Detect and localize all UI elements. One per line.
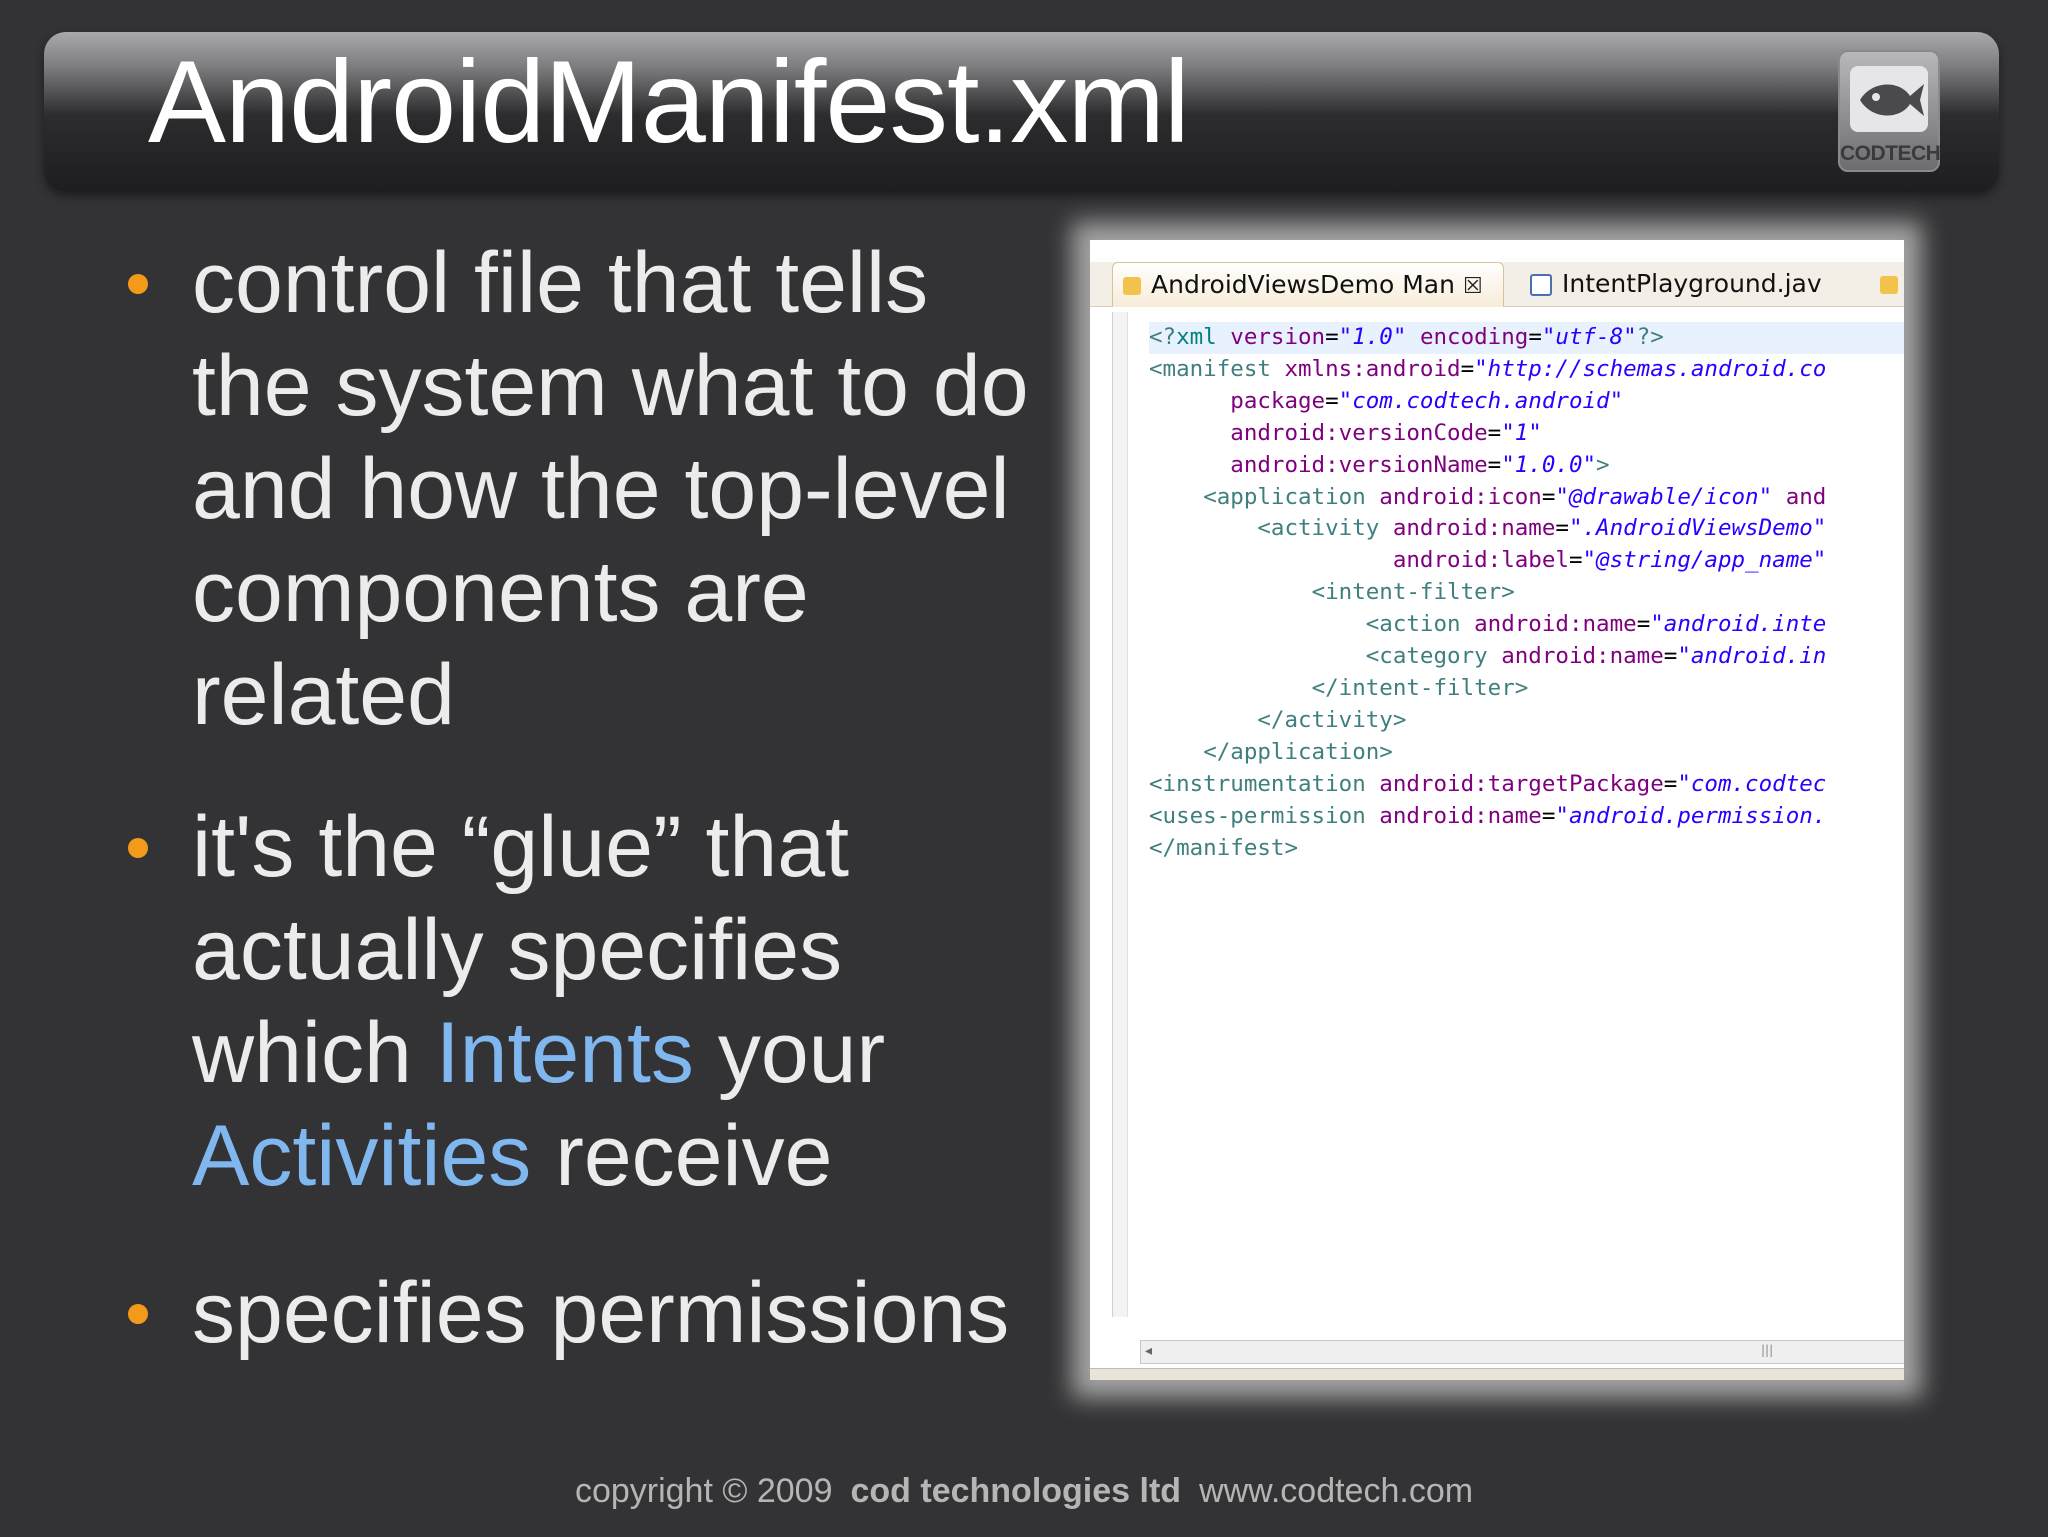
code-line: </manifest> xyxy=(1149,834,1299,861)
code-line: <activity android:name=".AndroidViewsDem… xyxy=(1257,515,1827,542)
code-line: android:label="@string/app_name" xyxy=(1392,547,1827,574)
code-line: package="com.codtech.android" xyxy=(1230,387,1624,414)
code-line: <action android:name="android.inte xyxy=(1365,611,1827,638)
editor-bottom-tabs[interactable] xyxy=(1090,1368,1904,1380)
horizontal-scrollbar[interactable]: ◂ ||| xyxy=(1140,1340,1904,1364)
code-line: </activity> xyxy=(1257,706,1407,733)
scroll-left-icon[interactable]: ◂ xyxy=(1145,1343,1152,1359)
tab-intent-playground[interactable]: IntentPlayground.jav xyxy=(1520,262,1850,306)
logo-text: CODTECH xyxy=(1840,142,1941,165)
bullet-text-part: your xyxy=(693,1005,886,1101)
code-line: <application android:icon="@drawable/ico… xyxy=(1203,483,1827,510)
code-line: android:versionName="1.0.0"> xyxy=(1230,451,1610,478)
close-tab-icon[interactable]: ☒ xyxy=(1463,265,1483,309)
tab-android-manifest[interactable]: AndroidViewsDemo Man ☒ xyxy=(1112,262,1504,307)
footer-copyright: copyright © 2009 xyxy=(574,1472,833,1510)
code-block: <?xml version="1.0" encoding="utf-8"?> <… xyxy=(1149,322,1904,864)
code-line: <manifest xmlns:android="http://schemas.… xyxy=(1149,355,1827,382)
xml-editor[interactable]: <?xml version="1.0" encoding="utf-8"?> <… xyxy=(1112,312,1904,1317)
editor-tab-bar: AndroidViewsDemo Man ☒ IntentPlayground.j… xyxy=(1090,262,1904,307)
footer: copyright © 2009 cod technologies ltd www.… xyxy=(0,1472,2048,1511)
editor-screenshot: AndroidViewsDemo Man ☒ IntentPlayground.j… xyxy=(1090,240,1904,1380)
xml-file-icon xyxy=(1880,276,1898,294)
footer-website[interactable]: www.codtech.com xyxy=(1199,1472,1473,1510)
code-line: <intent-filter> xyxy=(1311,579,1515,606)
code-line: android:versionCode="1" xyxy=(1230,419,1542,446)
intents-highlight: Intents xyxy=(435,1005,694,1101)
editor-gutter xyxy=(1113,312,1128,1317)
bullet-dot xyxy=(128,1304,148,1324)
slide-title: AndroidManifest.xml xyxy=(148,36,1190,167)
fish-icon xyxy=(1850,66,1928,132)
code-line: <?xml version="1.0" encoding="utf-8"?> xyxy=(1149,322,1904,354)
bullet-text: control file that tells the system what … xyxy=(192,235,1029,743)
code-line: <uses-permission android:name="android.p… xyxy=(1149,802,1827,829)
codtech-logo: CODTECH xyxy=(1838,50,1941,172)
code-line: </application> xyxy=(1203,738,1393,765)
java-file-icon xyxy=(1530,274,1552,296)
activities-highlight: Activities xyxy=(192,1108,532,1204)
tab-label: AndroidViewsDemo Man xyxy=(1151,270,1455,299)
code-line: <instrumentation android:targetPackage="… xyxy=(1149,770,1827,797)
tab-overflow[interactable] xyxy=(1870,262,1904,306)
bullet-dot xyxy=(128,838,148,858)
footer-company: cod technologies ltd xyxy=(850,1472,1182,1510)
bullet-text-part: receive xyxy=(531,1108,833,1204)
code-line: <category android:name="android.in xyxy=(1365,643,1827,670)
xml-file-icon xyxy=(1123,277,1141,295)
bullet-text: it's the “glue” that actually specifies … xyxy=(192,796,1052,1208)
bullet-dot xyxy=(128,274,148,294)
code-line: </intent-filter> xyxy=(1311,674,1529,701)
tab-label: IntentPlayground.jav xyxy=(1562,269,1822,298)
scroll-grip-icon[interactable]: ||| xyxy=(1761,1343,1773,1357)
bullet-text: specifies permissions xyxy=(192,1265,1010,1361)
